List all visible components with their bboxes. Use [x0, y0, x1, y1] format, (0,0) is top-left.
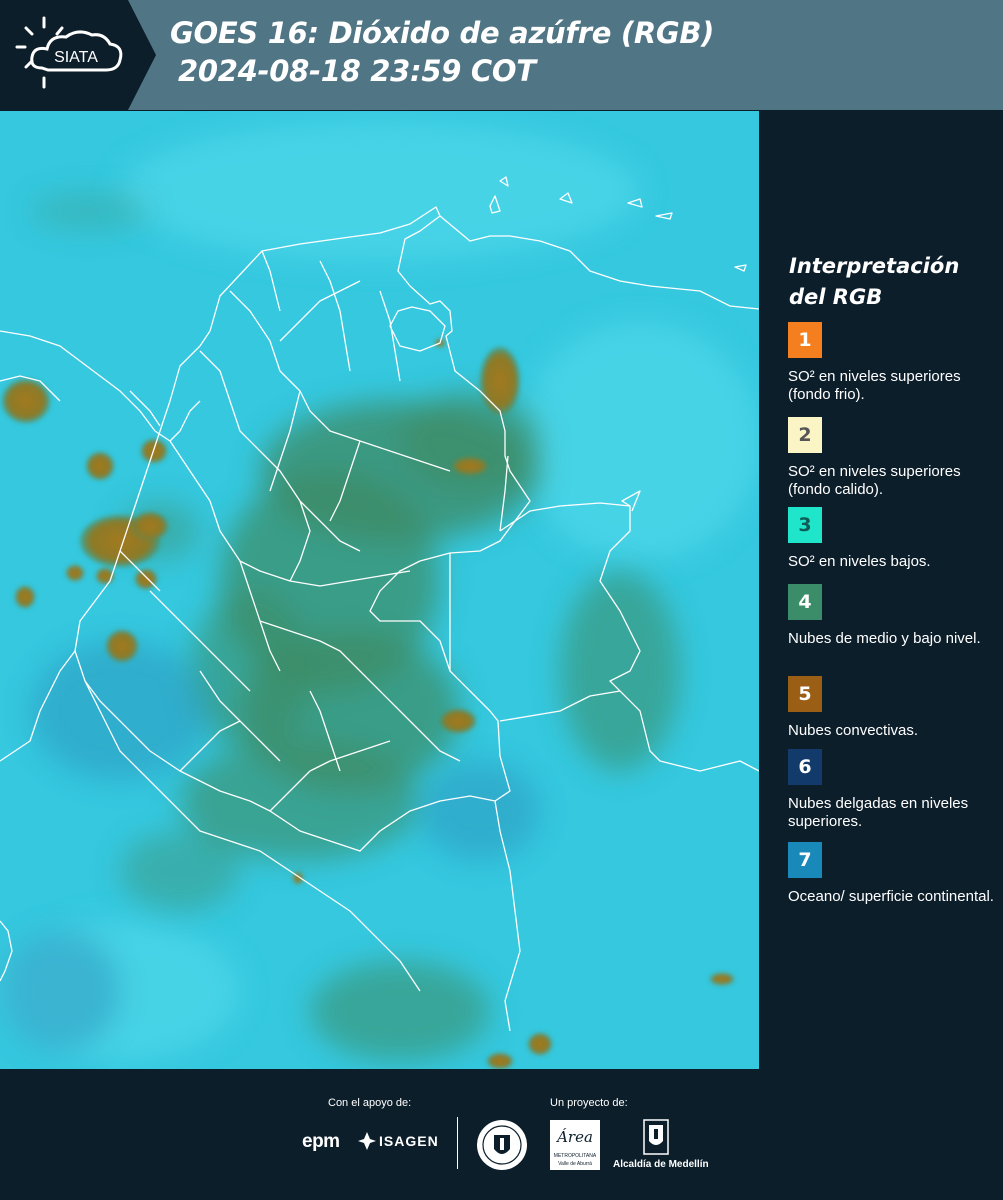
legend-title: Interpretación del RGB [789, 254, 960, 309]
legend-label-1: SO² en niveles superiores (fondo frio). [788, 368, 961, 403]
support-caption: Con el apoyo de: [328, 1097, 412, 1109]
legend-swatch-1: 1 [788, 322, 822, 358]
alcaldia-shield-icon [643, 1119, 669, 1155]
siata-logo-text: SIATA [54, 49, 98, 66]
legend-number-6: 6 [798, 756, 812, 778]
epm-logo: epm [302, 1131, 340, 1152]
legend-number-2: 2 [798, 424, 812, 446]
legend-item-3: 3 SO² en niveles bajos. [788, 507, 994, 571]
legend-item-6: 6 Nubes delgadas en niveles superiores. [788, 749, 994, 831]
legend-number-1: 1 [798, 329, 812, 351]
legend-label-3: SO² en niveles bajos. [788, 553, 931, 570]
legend-number-7: 7 [798, 849, 812, 871]
page-timestamp: 2024-08-18 23:59 COT [178, 54, 536, 88]
legend-number-3: 3 [798, 514, 812, 536]
legend-label-7: Oceano/ superficie continental. [788, 888, 994, 905]
medellin-seal-logo [476, 1119, 528, 1171]
isagen-icon [358, 1132, 376, 1150]
legend-item-7: 7 Oceano/ superficie continental. [788, 842, 994, 906]
legend-panel: Interpretación del RGB 1 SO² en niveles … [760, 111, 1003, 1069]
area-logo-sub1: METROPOLITANA [553, 1153, 597, 1159]
legend-swatch-2: 2 [788, 417, 822, 453]
legend-label-6: Nubes delgadas en niveles superiores. [788, 795, 969, 830]
footer: Con el apoyo de: Un proyecto de: epm ISA… [0, 1069, 1003, 1200]
project-caption: Un proyecto de: [550, 1097, 628, 1109]
legend-item-5: 5 Nubes convectivas. [788, 676, 994, 740]
area-logo-script: Área [557, 1128, 593, 1146]
legend-swatch-6: 6 [788, 749, 822, 785]
legend-item-1: 1 SO² en niveles superiores (fondo frio)… [788, 322, 994, 404]
legend-item-2: 2 SO² en niveles superiores (fondo calid… [788, 417, 994, 499]
alcaldia-logo: Alcaldía de Medellín [613, 1159, 709, 1170]
satellite-map [0, 111, 759, 1069]
area-metropolitana-logo: Área METROPOLITANA Valle de Aburrá [550, 1120, 600, 1170]
legend-label-4: Nubes de medio y bajo nivel. [788, 630, 981, 647]
legend-swatch-3: 3 [788, 507, 822, 543]
legend-swatch-7: 7 [788, 842, 822, 878]
page-title: GOES 16: Dióxido de azúfre (RGB) [170, 16, 715, 50]
legend-label-2: SO² en niveles superiores (fondo calido)… [788, 463, 961, 498]
isagen-logo: ISAGEN [379, 1133, 439, 1149]
siata-logo: SIATA [0, 0, 156, 110]
legend-swatch-4: 4 [788, 584, 822, 620]
legend-label-5: Nubes convectivas. [788, 722, 919, 739]
legend-number-4: 4 [798, 591, 812, 613]
footer-divider [457, 1117, 458, 1169]
legend-number-5: 5 [798, 683, 812, 705]
legend-swatch-5: 5 [788, 676, 822, 712]
area-logo-sub2: Valle de Aburrá [558, 1161, 592, 1167]
legend-item-4: 4 Nubes de medio y bajo nivel. [788, 584, 994, 648]
header: SIATA GOES 16: Dióxido de azúfre (RGB) 2… [0, 0, 1003, 110]
